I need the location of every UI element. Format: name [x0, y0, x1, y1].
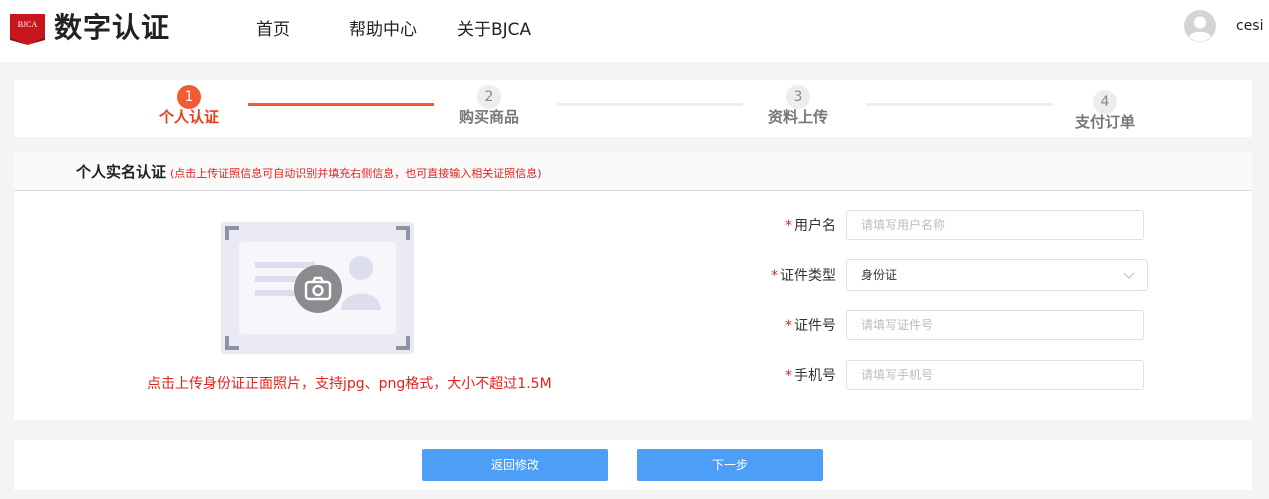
card-title: 个人实名认证 (点击上传证照信息可自动识别并填充右侧信息，也可直接输入相关证照信息… [76, 162, 542, 184]
id-type-value: 身份证 [861, 268, 898, 282]
id-number-label-text: 证件号 [794, 318, 836, 334]
username-label: * 用户名 [785, 216, 836, 236]
required-mark: * [771, 268, 778, 284]
username[interactable]: cesi [1236, 16, 1264, 36]
phone-label: * 手机号 [785, 366, 836, 386]
progress-stepper: 1 个人认证 2 购买商品 3 资料上传 4 支付订单 [14, 80, 1252, 137]
avatar-icon[interactable] [1184, 10, 1216, 42]
step-2-number: 2 [477, 85, 501, 109]
personal-verification-card: 个人实名认证 (点击上传证照信息可自动识别并填充右侧信息，也可直接输入相关证照信息… [14, 152, 1252, 420]
required-mark: * [785, 318, 792, 334]
phone-input[interactable] [846, 360, 1144, 390]
required-mark: * [785, 368, 792, 384]
step-connector-3 [866, 103, 1052, 106]
logo-text[interactable]: 数字认证 [54, 10, 170, 46]
step-1-label: 个人认证 [158, 108, 219, 126]
username-row: * 用户名 [736, 210, 836, 242]
step-2-label: 购买商品 [458, 108, 519, 126]
step-3: 3 资料上传 [763, 85, 833, 127]
card-title-text: 个人实名认证 [76, 163, 167, 181]
card-hint: (点击上传证照信息可自动识别并填充右侧信息，也可直接输入相关证照信息) [170, 167, 542, 180]
phone-row: * 手机号 [736, 360, 836, 392]
top-navbar: BJCA 数字认证 首页 帮助中心 关于BJCA cesi [0, 0, 1269, 62]
step-4-label: 支付订单 [1074, 113, 1135, 131]
id-type-label-text: 证件类型 [780, 268, 836, 284]
username-label-text: 用户名 [794, 218, 836, 234]
id-number-row: * 证件号 [736, 310, 836, 342]
id-type-label: * 证件类型 [771, 266, 836, 286]
step-connector-1 [248, 103, 434, 106]
step-connector-2 [557, 103, 743, 106]
step-3-label: 资料上传 [767, 108, 828, 126]
nav-about-bjca[interactable]: 关于BJCA [457, 18, 531, 42]
card-header: 个人实名认证 (点击上传证照信息可自动识别并填充右侧信息，也可直接输入相关证照信息… [14, 152, 1252, 191]
back-modify-button[interactable]: 返回修改 [422, 449, 608, 481]
nav-help-center[interactable]: 帮助中心 [349, 18, 417, 42]
step-1-number: 1 [177, 85, 201, 109]
phone-label-text: 手机号 [794, 368, 836, 384]
id-type-select[interactable]: 身份证 [846, 259, 1148, 291]
id-type-row: * 证件类型 [736, 260, 836, 292]
upload-caption: 点击上传身份证正面照片，支持jpg、png格式，大小不超过1.5M [147, 376, 552, 392]
step-2: 2 购买商品 [454, 85, 524, 127]
logo-badge-text: BJCA [18, 20, 38, 29]
camera-icon[interactable] [291, 265, 345, 313]
next-step-button[interactable]: 下一步 [637, 449, 823, 481]
nav-home[interactable]: 首页 [256, 18, 290, 42]
required-mark: * [785, 218, 792, 234]
id-number-input[interactable] [846, 310, 1144, 340]
step-1: 1 个人认证 [154, 85, 224, 127]
id-photo-upload[interactable] [221, 222, 414, 354]
step-4-number: 4 [1093, 90, 1117, 114]
username-input[interactable] [846, 210, 1144, 240]
step-4: 4 支付订单 [1070, 90, 1140, 132]
step-3-number: 3 [786, 85, 810, 109]
id-number-label: * 证件号 [785, 316, 836, 336]
form-footer: 返回修改 下一步 [14, 440, 1252, 490]
bjca-logo-icon[interactable]: BJCA [10, 14, 45, 45]
chevron-down-icon [1123, 272, 1135, 279]
